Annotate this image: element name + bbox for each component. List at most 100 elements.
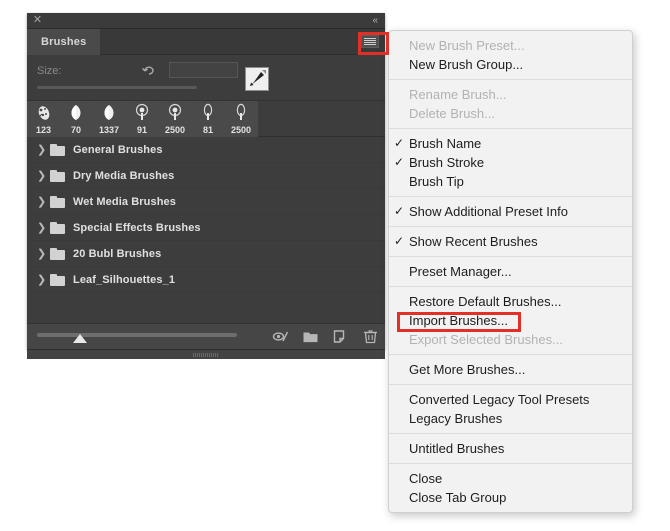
recent-brushes-strip: 123 70 1337 91 2500 81 2500 xyxy=(27,101,385,137)
size-input[interactable] xyxy=(169,62,238,78)
menu-item[interactable]: Untitled Brushes xyxy=(389,439,632,458)
menu-item[interactable]: Restore Default Brushes... xyxy=(389,292,632,311)
menu-item-label: New Brush Preset... xyxy=(409,38,525,53)
menu-item[interactable]: New Brush Group... xyxy=(389,55,632,74)
brush-group-row[interactable]: ❯ Wet Media Brushes xyxy=(27,189,385,215)
menu-item-label: Untitled Brushes xyxy=(409,441,505,456)
tab-brushes[interactable]: Brushes xyxy=(27,29,101,55)
brush-group-list: ❯ General Brushes ❯ Dry Media Brushes ❯ … xyxy=(27,137,385,323)
double-chevron-left-icon[interactable]: « xyxy=(372,14,378,27)
toggle-brush-preview-icon[interactable] xyxy=(272,328,289,345)
new-brush-icon[interactable] xyxy=(332,328,349,345)
menu-item: Rename Brush... xyxy=(389,85,632,104)
recent-brush-size: 81 xyxy=(202,125,213,135)
new-group-icon[interactable] xyxy=(302,328,319,345)
brush-group-label: Leaf_Silhouettes_1 xyxy=(73,273,176,286)
chevron-right-icon[interactable]: ❯ xyxy=(37,247,50,260)
recent-brush-item[interactable]: 91 xyxy=(126,101,159,137)
delete-brush-icon[interactable] xyxy=(362,328,379,345)
footer-icon-group xyxy=(272,328,379,345)
size-slider[interactable] xyxy=(37,86,197,89)
menu-item[interactable]: Import Brushes... xyxy=(389,311,632,330)
menu-item[interactable]: Preset Manager... xyxy=(389,262,632,281)
folder-icon xyxy=(50,221,65,234)
folder-icon xyxy=(50,247,65,260)
recent-brush-item[interactable]: 2500 xyxy=(225,101,258,137)
chevron-right-icon[interactable]: ❯ xyxy=(37,273,50,286)
size-label: Size: xyxy=(37,65,62,77)
recent-brush-size: 1337 xyxy=(98,125,120,135)
brush-tool-icon[interactable] xyxy=(245,67,269,91)
folder-icon xyxy=(50,143,65,156)
brush-group-row[interactable]: ❯ General Brushes xyxy=(27,137,385,163)
menu-separator xyxy=(389,256,632,257)
brush-group-row[interactable]: ❯ Dry Media Brushes xyxy=(27,163,385,189)
checkmark-icon: ✓ xyxy=(394,234,405,248)
chevron-right-icon[interactable]: ❯ xyxy=(37,195,50,208)
menu-item[interactable]: Brush Tip xyxy=(389,172,632,191)
recent-brush-item[interactable]: 123 xyxy=(27,101,60,137)
chevron-right-icon[interactable]: ❯ xyxy=(37,169,50,182)
recent-brush-size: 2500 xyxy=(230,125,252,135)
checkmark-icon: ✓ xyxy=(394,204,405,218)
panel-tabbar: Brushes xyxy=(27,29,385,55)
leaf-brush-icon xyxy=(60,103,92,122)
menu-item-label: Legacy Brushes xyxy=(409,411,503,426)
menu-item[interactable]: Close Tab Group xyxy=(389,488,632,507)
close-icon[interactable]: ✕ xyxy=(32,15,43,26)
menu-item-label: Get More Brushes... xyxy=(409,362,526,377)
folder-icon xyxy=(50,169,65,182)
panel-titlebar: ✕ « xyxy=(27,13,385,29)
menu-item: New Brush Preset... xyxy=(389,36,632,55)
speckled-leaf-brush-icon xyxy=(28,103,59,122)
menu-item-label: Brush Name xyxy=(409,136,482,151)
brush-group-row[interactable]: ❯ Leaf_Silhouettes_1 xyxy=(27,267,385,293)
reset-arrow-icon[interactable] xyxy=(141,62,156,77)
recent-brush-item[interactable]: 1337 xyxy=(93,101,126,137)
panel-resize-bar[interactable] xyxy=(27,349,385,359)
recent-brush-item[interactable]: 81 xyxy=(192,101,225,137)
leaf-brush-icon xyxy=(93,103,125,122)
brush-group-row[interactable]: ❯ Special Effects Brushes xyxy=(27,215,385,241)
menu-item-label: Preset Manager... xyxy=(409,264,512,279)
brush-group-row[interactable]: ❯ 20 Bubl Brushes xyxy=(27,241,385,267)
menu-separator xyxy=(389,128,632,129)
panel-grip[interactable] xyxy=(193,353,219,357)
menu-separator xyxy=(389,433,632,434)
menu-item[interactable]: Legacy Brushes xyxy=(389,409,632,428)
menu-item[interactable]: Get More Brushes... xyxy=(389,360,632,379)
hard-round-brush-icon xyxy=(225,103,257,122)
hard-round-brush-icon xyxy=(192,103,224,122)
menu-item[interactable]: Converted Legacy Tool Presets xyxy=(389,390,632,409)
recent-brush-item[interactable]: 70 xyxy=(60,101,93,137)
menu-item[interactable]: Close xyxy=(389,469,632,488)
recent-brush-item[interactable]: 2500 xyxy=(159,101,192,137)
recent-brush-size: 2500 xyxy=(164,125,186,135)
folder-icon xyxy=(50,273,65,286)
menu-separator xyxy=(389,354,632,355)
menu-item-label: Brush Tip xyxy=(409,174,464,189)
hamburger-menu-icon[interactable] xyxy=(361,35,379,48)
panel-footer xyxy=(27,323,385,349)
menu-item-label: Show Additional Preset Info xyxy=(409,204,568,219)
soft-round-brush-icon xyxy=(159,103,191,122)
chevron-right-icon[interactable]: ❯ xyxy=(37,221,50,234)
menu-item[interactable]: ✓ Show Additional Preset Info xyxy=(389,202,632,221)
brushes-flyout-menu: New Brush Preset... New Brush Group... Ren… xyxy=(388,30,633,513)
recent-brush-size: 91 xyxy=(136,125,147,135)
brushes-panel: ✕ « Brushes Size: 123 70 1337 91 2500 81… xyxy=(27,13,385,359)
menu-separator xyxy=(389,286,632,287)
slider-thumb[interactable] xyxy=(73,334,87,343)
menu-item-label: Close Tab Group xyxy=(409,490,507,505)
menu-item[interactable]: ✓ Brush Stroke xyxy=(389,153,632,172)
checkmark-icon: ✓ xyxy=(394,155,405,169)
chevron-right-icon[interactable]: ❯ xyxy=(37,143,50,156)
menu-separator xyxy=(389,79,632,80)
menu-separator xyxy=(389,226,632,227)
brush-size-footer-slider[interactable] xyxy=(37,333,237,337)
menu-item[interactable]: ✓ Show Recent Brushes xyxy=(389,232,632,251)
menu-item-label: Brush Stroke xyxy=(409,155,485,170)
tab-brushes-label: Brushes xyxy=(41,36,87,48)
menu-item-label: Close xyxy=(409,471,443,486)
menu-item[interactable]: ✓ Brush Name xyxy=(389,134,632,153)
